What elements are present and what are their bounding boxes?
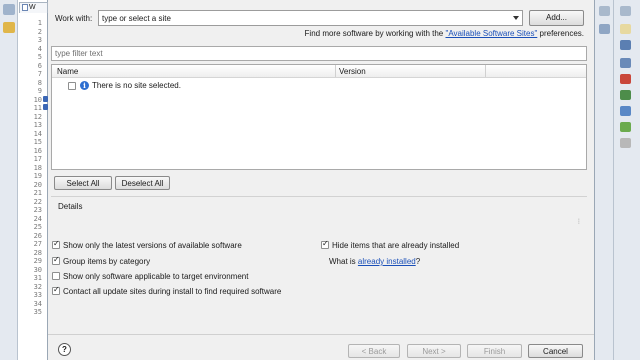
line-number: 16	[33, 146, 42, 155]
console-view-icon[interactable]	[620, 40, 631, 50]
line-number: 17	[33, 155, 42, 163]
restore-view-icon[interactable]	[599, 6, 610, 16]
editor-tab[interactable]: W	[19, 2, 48, 13]
line-number: 12	[33, 112, 42, 121]
ide-editor-strip: W 1 2 3 4 5 6 7 8 9 10 11 12 13 14 15 16 17 18 19 20 21 22 23 2…	[0, 0, 48, 360]
show-latest-checkbox[interactable]	[52, 239, 60, 249]
debug-view-icon[interactable]	[620, 74, 631, 84]
footer-divider	[48, 334, 594, 335]
contact-all-sites-checkbox[interactable]	[52, 285, 60, 295]
tree-header: Name Version	[52, 65, 586, 78]
find-more-suffix: preferences.	[537, 29, 584, 38]
available-software-sites-link[interactable]: "Available Software Sites"	[445, 29, 537, 38]
back-button[interactable]: < Back	[348, 344, 400, 358]
line-number: 19	[33, 172, 42, 180]
next-button[interactable]: Next >	[407, 344, 461, 358]
line-number: 13	[33, 121, 42, 129]
line-number: 33	[33, 291, 42, 299]
package-explorer-icon[interactable]	[3, 22, 15, 33]
line-number: 29	[33, 257, 42, 265]
restore-view-icon[interactable]	[3, 4, 15, 15]
what-is-prefix: What is	[329, 257, 358, 266]
what-is-installed-text: What is already installed?	[329, 257, 420, 266]
resize-grip-icon[interactable]: ⋮	[576, 218, 582, 225]
applicable-only-checkbox[interactable]	[52, 272, 60, 280]
cancel-button[interactable]: Cancel	[528, 344, 583, 358]
group-by-category-label: Group items by category	[63, 257, 151, 266]
select-all-button[interactable]: Select All	[54, 176, 112, 190]
line-number: 22	[33, 197, 42, 206]
already-installed-link[interactable]: already installed	[358, 257, 416, 266]
hide-installed-label: Hide items that are already installed	[332, 241, 460, 250]
find-more-text: Find more software by working with the "…	[305, 29, 584, 38]
line-number: 20	[33, 180, 42, 189]
line-number: 25	[33, 223, 42, 231]
line-number: 18	[33, 163, 42, 172]
line-number: 34	[33, 299, 42, 308]
filter-input[interactable]: type filter text	[51, 46, 587, 61]
ide-toolbar-left	[0, 0, 18, 360]
help-icon[interactable]: ?	[58, 343, 71, 356]
software-tree[interactable]: Name Version i There is no site selected…	[51, 64, 587, 170]
contact-all-sites-label: Contact all update sites during install …	[63, 287, 282, 296]
ide-side-toolbar	[594, 0, 640, 360]
problems-view-icon[interactable]	[620, 58, 631, 68]
line-number: 5	[37, 53, 42, 61]
line-number: 35	[33, 308, 42, 316]
tasks-view-icon[interactable]	[620, 24, 631, 34]
line-numbers: 1 2 3 4 5 6 7 8 9 10 11 12 13 14 15 16 17 18 19 20 21 22 23 24 2…	[22, 19, 42, 317]
find-more-prefix: Find more software by working with the	[304, 29, 446, 38]
line-number: 8	[37, 78, 42, 87]
info-icon: i	[80, 81, 89, 90]
group-by-category-checkbox[interactable]	[52, 255, 60, 265]
history-view-icon[interactable]	[620, 122, 631, 132]
line-number: 7	[37, 70, 42, 78]
line-number: 3	[37, 36, 42, 44]
line-number: 21	[33, 189, 42, 197]
line-number: 9	[37, 87, 42, 95]
line-number: 6	[37, 61, 42, 70]
finish-button[interactable]: Finish	[467, 344, 522, 358]
editor-tab-label: W	[29, 4, 36, 11]
show-latest-label: Show only the latest versions of availab…	[63, 241, 242, 250]
line-number: 1	[37, 19, 42, 27]
row-checkbox[interactable]	[68, 82, 76, 90]
line-number: 23	[33, 206, 42, 214]
line-number: 14	[33, 129, 42, 138]
deselect-all-button[interactable]: Deselect All	[115, 176, 170, 190]
line-number: 28	[33, 248, 42, 257]
line-number: 31	[33, 274, 42, 282]
details-area	[51, 196, 587, 230]
line-number: 32	[33, 282, 42, 291]
column-version-header[interactable]: Version	[339, 67, 366, 76]
hierarchy-view-icon[interactable]	[620, 106, 631, 116]
search-view-icon[interactable]	[620, 90, 631, 100]
hide-installed-checkbox[interactable]	[321, 239, 329, 249]
line-number: 27	[33, 240, 42, 248]
work-with-label: Work with:	[55, 14, 93, 23]
add-site-button[interactable]: Add...	[529, 10, 584, 26]
line-number: 30	[33, 265, 42, 274]
what-is-suffix: ?	[415, 257, 421, 266]
restore-view-icon[interactable]	[620, 6, 631, 16]
line-number: 10	[33, 95, 42, 104]
dropdown-arrow-icon[interactable]	[513, 16, 519, 20]
line-number: 2	[37, 27, 42, 36]
line-number: 24	[33, 214, 42, 223]
java-file-icon	[22, 3, 28, 11]
line-number: 15	[33, 138, 42, 146]
column-name-header[interactable]: Name	[57, 67, 78, 76]
line-number: 11	[33, 104, 42, 112]
tree-row[interactable]: i There is no site selected.	[52, 80, 586, 92]
applicable-only-label: Show only software applicable to target …	[63, 272, 249, 281]
bookmarks-view-icon[interactable]	[620, 138, 631, 148]
no-site-text: There is no site selected.	[92, 81, 181, 90]
line-number: 4	[37, 44, 42, 53]
details-label: Details	[58, 202, 83, 211]
work-with-combo[interactable]: type or select a site	[98, 10, 523, 26]
install-software-dialog: Work with: type or select a site Add... …	[48, 0, 594, 360]
line-number: 26	[33, 231, 42, 240]
outline-view-icon[interactable]	[599, 24, 610, 34]
work-with-value: type or select a site	[102, 14, 171, 23]
